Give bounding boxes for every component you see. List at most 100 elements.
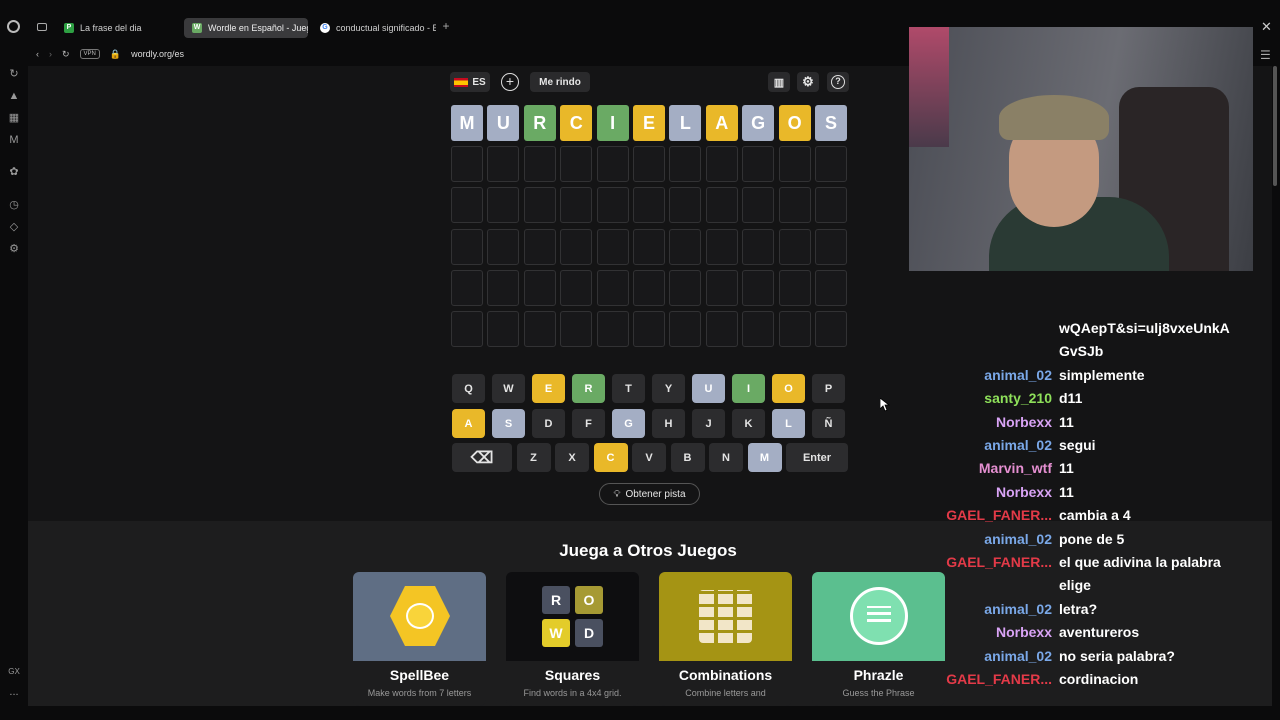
add-game-button[interactable]: +: [501, 73, 519, 91]
key-d[interactable]: D: [532, 409, 565, 438]
chat-username: Norbexx: [995, 624, 1052, 641]
hint-button[interactable]: 💡︎ Obtener pista: [599, 483, 700, 505]
new-tab-icon[interactable]: +: [440, 20, 452, 32]
speed-dial-icon[interactable]: ↻: [7, 67, 21, 81]
key-m[interactable]: M: [747, 443, 782, 472]
chat-message: GAEL_FANER... el que adivina la palabra: [930, 554, 1260, 576]
key-k[interactable]: K: [732, 409, 765, 438]
chat-username: santy_210: [984, 390, 1052, 407]
scrollbar[interactable]: [1273, 66, 1277, 186]
square-tile: R: [542, 586, 570, 614]
game-card-spellbee[interactable]: SpellBee Make words from 7 letters: [353, 572, 486, 706]
key-x[interactable]: X: [555, 443, 589, 472]
board-tile-empty: [705, 269, 738, 306]
chat-username: animal_02: [984, 530, 1052, 547]
tab-label: Wordle en Español - Jueg: [208, 23, 308, 33]
vpn-badge[interactable]: VPN: [79, 49, 100, 59]
board-tile-empty: [705, 187, 738, 224]
gx-label[interactable]: GX: [7, 665, 21, 679]
lock-icon: 🔒: [109, 48, 122, 59]
forward-icon[interactable]: ›: [49, 49, 52, 59]
give-up-button[interactable]: Me rindo: [530, 72, 590, 92]
chat-text: segui: [1059, 437, 1096, 453]
grid-rows: [699, 590, 752, 643]
card-description: Find words in a 4x4 grid.: [523, 688, 622, 698]
history-icon[interactable]: ◷: [7, 198, 21, 212]
key-u[interactable]: U: [692, 374, 725, 403]
lightbulb-icon: 💡︎: [613, 488, 621, 500]
game-card-squares[interactable]: R O W D Squares Find words in a 4x4 grid…: [506, 572, 639, 706]
key-q[interactable]: Q: [452, 374, 485, 403]
tab-conductual[interactable]: G conductual significado - B: [312, 18, 436, 38]
player-icon[interactable]: ▦: [7, 111, 21, 125]
more-options-icon[interactable]: ...: [7, 685, 21, 699]
url-field[interactable]: wordly.org/es: [131, 49, 184, 59]
key-v[interactable]: V: [632, 443, 666, 472]
key-f[interactable]: F: [572, 409, 605, 438]
card-description: Combine letters and: [685, 688, 766, 698]
question-icon: ?: [831, 75, 845, 89]
key-r[interactable]: R: [572, 374, 605, 403]
key-s[interactable]: S: [492, 409, 525, 438]
key-t[interactable]: T: [612, 374, 645, 403]
key-b[interactable]: B: [670, 443, 705, 472]
game-card-combinations[interactable]: Combinations Combine letters and: [659, 572, 792, 706]
chat-username: GAEL_FANER...: [946, 507, 1052, 524]
gear-icon: ⚙: [802, 74, 814, 89]
key-l[interactable]: L: [772, 409, 805, 438]
reload-icon[interactable]: ↻: [62, 49, 70, 60]
tab-frase-del-dia[interactable]: P La frase del dia: [56, 18, 180, 38]
board-tile-empty: [815, 187, 847, 224]
board-tile-empty: [523, 269, 556, 306]
key-e[interactable]: E: [532, 374, 565, 403]
board-tile-empty: [705, 146, 738, 183]
back-icon[interactable]: ‹: [36, 49, 39, 59]
game-card-phrazle[interactable]: Phrazle Guess the Phrase: [812, 572, 945, 706]
chat-username: Norbexx: [995, 413, 1052, 430]
chat-username: Norbexx: [995, 483, 1052, 500]
other-games-title: Juega a Otros Juegos: [559, 541, 737, 560]
board-tile-empty: [596, 228, 629, 265]
key-i[interactable]: I: [732, 374, 765, 403]
board-tile-empty: [487, 269, 520, 306]
settings-icon[interactable]: ⚙: [7, 242, 21, 256]
key-y[interactable]: Y: [652, 374, 685, 403]
key-c[interactable]: C: [593, 443, 628, 472]
chatgpt-icon[interactable]: ✿: [7, 165, 21, 179]
key-h[interactable]: H: [652, 409, 685, 438]
key-p[interactable]: P: [812, 374, 845, 403]
key-ñ[interactable]: Ñ: [812, 409, 845, 438]
help-button[interactable]: ?: [827, 72, 849, 92]
chat-username: animal_02: [984, 600, 1052, 617]
enter-key[interactable]: Enter: [786, 443, 848, 472]
key-a[interactable]: A: [452, 409, 485, 438]
backspace-key[interactable]: ⌫: [452, 443, 512, 472]
chat-text: no seria palabra?: [1059, 647, 1175, 664]
card-title: Squares: [544, 667, 601, 683]
key-g[interactable]: G: [612, 409, 645, 438]
board-tile-empty: [451, 228, 483, 265]
board-tile-empty: [778, 269, 811, 306]
stats-button[interactable]: ▥: [768, 72, 790, 92]
pinboard-icon[interactable]: ◇: [7, 220, 21, 234]
tab-list-icon[interactable]: [37, 23, 47, 31]
board-tile-empty: [523, 146, 556, 183]
card-title: SpellBee: [389, 667, 450, 683]
menu-icon[interactable]: ☰: [1260, 48, 1271, 62]
tab-wordle[interactable]: W Wordle en Español - Jueg: [184, 18, 308, 38]
board-tile-empty: [596, 269, 629, 306]
key-w[interactable]: W: [492, 374, 525, 403]
key-j[interactable]: J: [692, 409, 725, 438]
key-o[interactable]: O: [772, 374, 805, 403]
key-n[interactable]: N: [709, 443, 743, 472]
key-z[interactable]: Z: [516, 443, 551, 472]
board-tile-empty: [705, 311, 738, 347]
close-window-icon[interactable]: ✕: [1261, 19, 1272, 35]
board-tile: M: [451, 105, 483, 141]
aria-icon[interactable]: ▲: [7, 89, 21, 103]
language-selector[interactable]: ES: [450, 72, 490, 92]
settings-button[interactable]: ⚙: [797, 72, 819, 92]
opera-logo-icon[interactable]: [7, 20, 20, 33]
messenger-icon[interactable]: M: [7, 133, 21, 147]
board-tile-empty: [596, 311, 629, 347]
